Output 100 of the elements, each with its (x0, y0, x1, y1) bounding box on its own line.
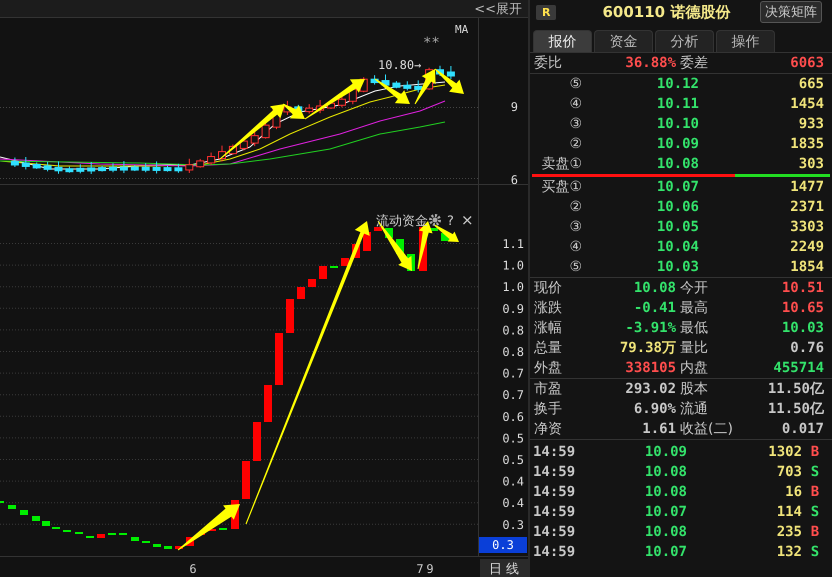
order-price: 10.09 (656, 136, 699, 152)
bar (341, 258, 349, 266)
high-price-label: 10.80→ (378, 58, 422, 72)
bar (319, 266, 327, 279)
axis-label: 0.5 (502, 431, 524, 446)
field-value: 0.76 (789, 340, 824, 356)
axis-label: 9 (510, 100, 518, 114)
field-value: -0.41 (632, 300, 676, 316)
arrow (374, 78, 410, 104)
trade-volume: 16 (784, 484, 802, 500)
candle (185, 158, 194, 174)
arrow (178, 504, 240, 550)
axis-label: 0.8 (502, 345, 524, 359)
field-label: 总量 (534, 339, 563, 357)
field-value: 455714 (772, 360, 824, 376)
axis-label: 0.7 (502, 388, 524, 402)
axis-label: 0.4 (502, 496, 524, 510)
candle (130, 164, 139, 172)
trade-time: 14:59 (533, 484, 576, 500)
bar (131, 537, 139, 541)
matrix-button[interactable]: 决策矩阵 (760, 1, 822, 23)
trade-volume: 132 (776, 544, 802, 560)
stock-title: 600110 诺德股份 (602, 2, 732, 22)
help-button[interactable]: ? (447, 214, 454, 229)
bar (253, 422, 261, 461)
order-level-label: ② (568, 199, 582, 215)
tab[interactable]: 操作 (716, 30, 775, 52)
bar (164, 546, 172, 549)
axis-label: 7 (416, 562, 424, 576)
candle (22, 156, 30, 170)
trade-side: B (810, 524, 820, 540)
trade-time: 14:59 (533, 504, 576, 520)
close-button[interactable]: × (461, 211, 474, 229)
field-value: 6.90% (632, 401, 676, 417)
trade-side: B (810, 484, 820, 500)
trade-side: S (810, 504, 820, 520)
order-volume: 3303 (789, 219, 824, 235)
order-level-label: ③ (568, 116, 582, 132)
axis-label: 1.1 (502, 237, 524, 251)
bar (153, 544, 161, 547)
candle (152, 160, 161, 174)
field-label: 今开 (679, 279, 709, 297)
candle (446, 66, 455, 80)
order-price: 10.03 (656, 259, 699, 275)
field-value: 11.50亿 (766, 400, 824, 418)
field-label: 市盈 (534, 380, 563, 398)
field-label: 外盘 (534, 359, 563, 377)
order-price: 10.05 (656, 219, 699, 235)
bar (297, 287, 305, 299)
field-value: 11.50亿 (766, 380, 824, 398)
candle (305, 104, 314, 114)
field-label: 最高 (679, 299, 709, 317)
axis-label: 0.5 (502, 453, 524, 467)
candle (32, 162, 41, 170)
field-label: 流通 (679, 400, 709, 418)
bar (264, 385, 272, 422)
indicator-label: MA (455, 23, 468, 36)
order-volume: 665 (798, 76, 824, 92)
bar (308, 279, 316, 287)
tab[interactable]: 报价 (533, 30, 592, 52)
candle (109, 162, 117, 173)
candle (207, 152, 216, 166)
field-value: 6063 (789, 55, 824, 71)
field-label: 股本 (679, 380, 709, 398)
candle (76, 164, 84, 174)
order-volume: 1454 (789, 96, 824, 112)
settings-icon[interactable] (429, 214, 441, 226)
field-label: 净资 (534, 420, 563, 438)
bar (242, 461, 250, 499)
order-price: 10.04 (656, 239, 699, 255)
bar (97, 534, 105, 538)
period-button[interactable]: 日 线 (480, 559, 528, 577)
axis-label: 0.8 (502, 323, 524, 338)
axis-label: 0.3 (502, 518, 524, 532)
field-label: 现价 (534, 279, 563, 297)
order-volume: 2249 (789, 239, 824, 255)
trade-time: 14:59 (533, 464, 576, 480)
order-volume: 933 (798, 116, 824, 132)
trade-time: 14:59 (533, 524, 576, 540)
current-value-label: 0.3 (479, 537, 527, 553)
axis-label: 0.4 (502, 474, 524, 489)
axis-label: 9 (426, 562, 434, 576)
expand-button[interactable]: <<展开 (468, 0, 528, 18)
order-volume: 303 (798, 156, 824, 172)
axis-label: 1.0 (502, 258, 524, 273)
tab[interactable]: 资金 (594, 30, 653, 52)
order-price: 10.10 (656, 116, 699, 132)
field-value: 1.61 (641, 421, 676, 437)
field-label: 收益(二) (679, 420, 734, 438)
candle (98, 165, 106, 172)
field-label: 委差 (679, 54, 709, 72)
bar (374, 227, 382, 231)
trade-time: 14:59 (533, 544, 576, 560)
order-price: 10.11 (656, 96, 699, 112)
candle (338, 94, 346, 108)
axis-label: 6 (510, 173, 518, 185)
field-value: 293.02 (624, 381, 676, 397)
tab[interactable]: 分析 (655, 30, 714, 52)
marker-label: ** (423, 35, 440, 51)
order-level-label: 卖盘① (540, 155, 582, 173)
